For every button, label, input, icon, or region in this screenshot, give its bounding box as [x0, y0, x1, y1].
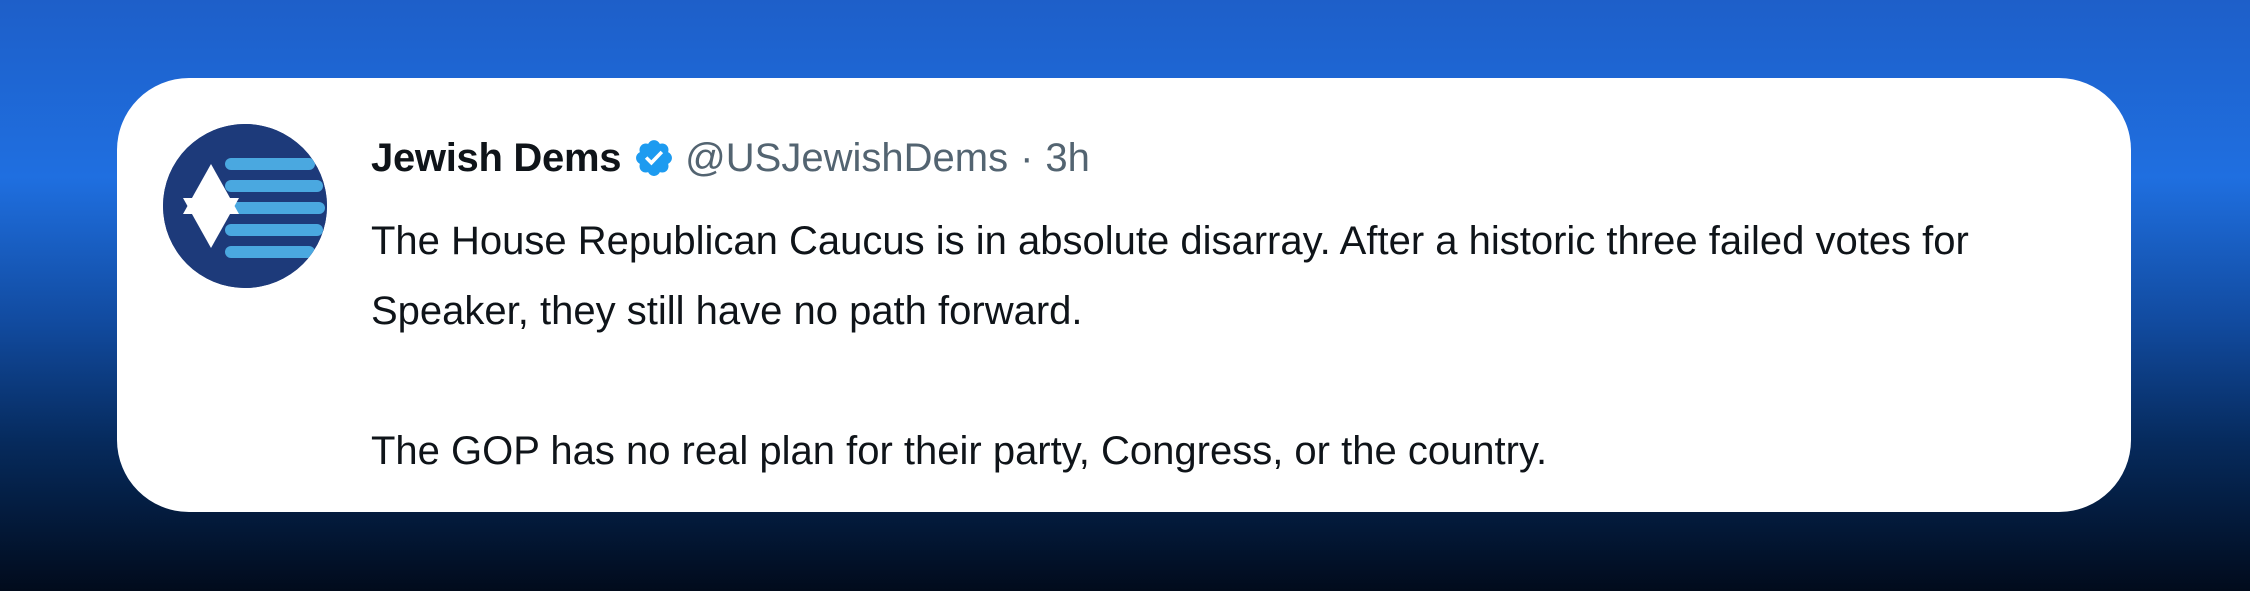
tweet-paragraph: The GOP has no real plan for their party… — [371, 429, 1548, 473]
verified-badge-icon — [633, 137, 675, 179]
tweet-header: Jewish Dems @USJewishDems · 3h — [371, 132, 1090, 184]
user-handle[interactable]: @USJewishDems — [685, 136, 1008, 181]
tweet-card[interactable]: Jewish Dems @USJewishDems · 3h The House… — [117, 78, 2131, 512]
star-of-david-logo-icon — [163, 124, 327, 288]
header-separator: · — [1020, 135, 1034, 180]
tweet-timestamp[interactable]: 3h — [1045, 136, 1090, 181]
tweet-paragraph: The House Republican Caucus is in absolu… — [371, 219, 1969, 333]
avatar[interactable] — [163, 124, 327, 288]
display-name[interactable]: Jewish Dems — [371, 136, 621, 181]
tweet-text: The House Republican Caucus is in absolu… — [371, 206, 2111, 486]
